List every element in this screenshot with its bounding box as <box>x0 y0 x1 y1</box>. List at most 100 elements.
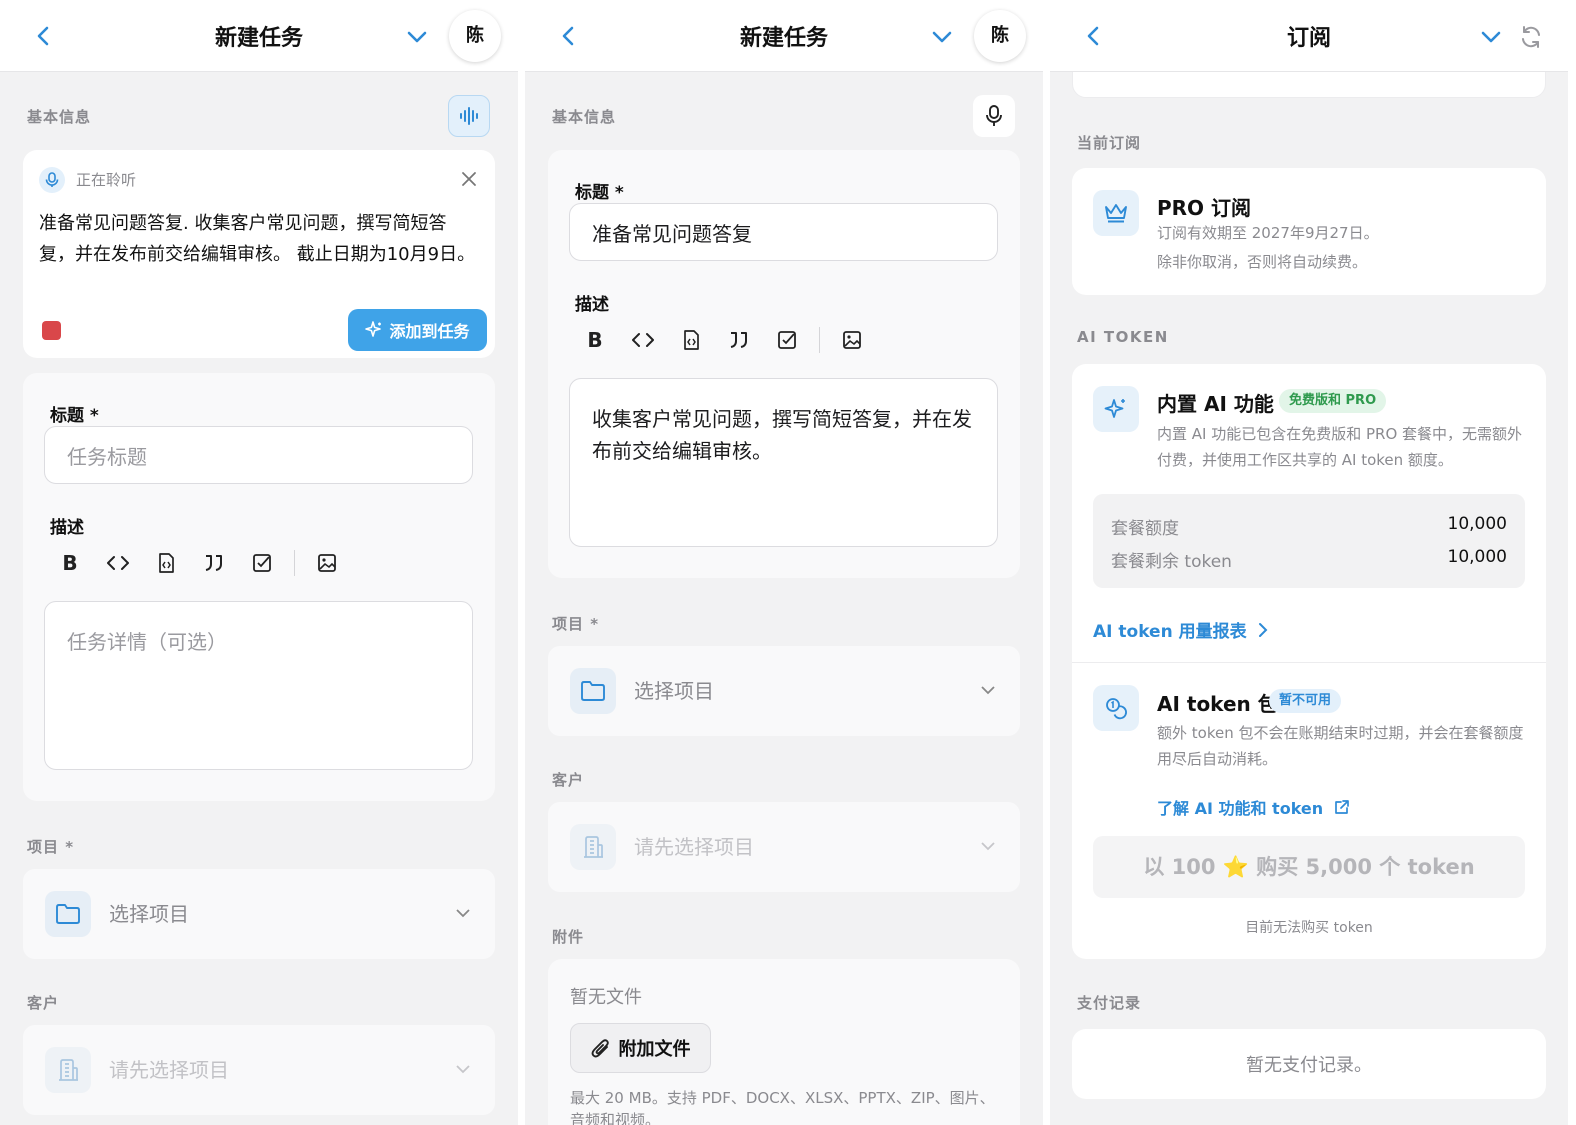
basic-info-label: 基本信息 <box>552 108 617 126</box>
code-inline-button[interactable] <box>94 545 142 581</box>
waveform-icon <box>460 107 478 125</box>
chevron-down-icon <box>456 909 470 918</box>
toolbar-divider <box>819 327 820 353</box>
top-bar: 新建任务 陈 <box>0 0 518 72</box>
microphone-icon <box>39 167 65 193</box>
refresh-icon[interactable] <box>1518 24 1544 50</box>
basic-info-label: 基本信息 <box>27 108 92 126</box>
ai-token-label: AI TOKEN <box>1077 328 1169 346</box>
page-title: 新建任务 <box>214 26 303 51</box>
top-bar: 新建任务 陈 <box>525 0 1043 72</box>
avatar[interactable]: 陈 <box>974 10 1026 62</box>
format-toolbar: B <box>46 545 351 581</box>
page-title: 新建任务 <box>739 26 828 51</box>
token-pack-desc: 额外 token 包不会在账期结束时过期，并会在套餐额度用尽后自动消耗。 <box>1157 724 1524 768</box>
no-payments-text: 暂无支付记录。 <box>1246 1055 1372 1076</box>
folder-icon <box>45 891 91 937</box>
client-select[interactable]: 请先选择项目 <box>23 1025 495 1115</box>
attach-file-label: 附加文件 <box>618 1039 691 1060</box>
sparkle-icon <box>365 321 382 337</box>
project-select[interactable]: 选择项目 <box>548 646 1020 736</box>
client-select[interactable]: 请先选择项目 <box>548 802 1020 892</box>
code-block-button[interactable] <box>142 545 190 581</box>
task-form-card: 标题 * 任务标题 描述 B 任务详情（可选） <box>23 373 495 801</box>
project-select[interactable]: 选择项目 <box>23 869 495 959</box>
description-input[interactable]: 收集客户常见问题，撰写简短答复，并在发布前交给编辑审核。 <box>569 378 998 547</box>
add-to-task-button[interactable]: 添加到任务 <box>348 309 487 351</box>
folder-icon <box>570 668 616 714</box>
top-bar: 订阅 <box>1050 0 1568 72</box>
builtin-ai-title: 内置 AI 功能 <box>1157 392 1274 416</box>
quota-box: 套餐额度 10,000 套餐剩余 token 10,000 <box>1093 494 1525 588</box>
learn-ai-link[interactable]: 了解 AI 功能和 token <box>1157 795 1350 819</box>
stop-recording-button[interactable] <box>42 321 61 340</box>
project-label: 项目 * <box>552 615 600 633</box>
chevron-down-icon[interactable] <box>1478 24 1504 50</box>
pro-title: PRO 订阅 <box>1157 196 1252 220</box>
quote-button[interactable] <box>715 322 763 358</box>
code-inline-button[interactable] <box>619 322 667 358</box>
close-icon[interactable] <box>461 171 477 187</box>
chevron-right-icon <box>1258 622 1268 637</box>
chevron-down-icon <box>456 1065 470 1074</box>
format-toolbar: B <box>571 322 876 358</box>
voice-input-button[interactable] <box>973 95 1015 137</box>
panel-gap <box>1043 0 1050 1125</box>
attachments-label: 附件 <box>552 928 585 946</box>
section-divider <box>1072 662 1546 663</box>
panel-new-task-listening: 新建任务 陈 基本信息 正在聆听 准备常见问题答复. 收集客户常见问题，撰写简短… <box>0 0 518 1125</box>
listening-status: 正在聆听 <box>76 171 137 189</box>
transcript-text: 准备常见问题答复. 收集客户常见问题，撰写简短答复，并在发布前交给编辑审核。 截… <box>39 213 476 265</box>
bold-button[interactable]: B <box>571 322 619 358</box>
add-to-task-label: 添加到任务 <box>389 322 470 341</box>
task-form-card: 标题 * 准备常见问题答复 描述 B 收集客户常见问题，撰写简短答复，并在发布前… <box>548 150 1020 578</box>
title-input[interactable]: 任务标题 <box>44 426 473 484</box>
chevron-down-icon[interactable] <box>404 24 430 50</box>
token-pack-title: AI token 包 <box>1157 692 1278 716</box>
description-label: 描述 <box>575 295 609 315</box>
usage-report-link[interactable]: AI token 用量报表 <box>1093 617 1269 642</box>
checklist-button[interactable] <box>763 322 811 358</box>
image-button[interactable] <box>303 545 351 581</box>
client-label: 客户 <box>27 994 60 1012</box>
chevron-down-icon[interactable] <box>929 24 955 50</box>
client-select-text: 请先选择项目 <box>109 1058 229 1082</box>
pro-renewal: 除非你取消，否则将自动续费。 <box>1157 253 1368 271</box>
project-select-text: 选择项目 <box>634 679 714 703</box>
quota-row: 套餐额度 10,000 <box>1111 514 1507 539</box>
payment-records-card: 暂无支付记录。 <box>1072 1029 1546 1099</box>
token-pack-badge: 暂不可用 <box>1269 689 1342 713</box>
remaining-label: 套餐剩余 token <box>1111 552 1232 572</box>
remaining-value: 10,000 <box>1447 547 1507 567</box>
title-label: 标题 * <box>575 183 624 203</box>
coins-icon <box>1093 685 1139 731</box>
chevron-down-icon <box>981 686 995 695</box>
crown-icon <box>1093 190 1139 236</box>
description-input[interactable]: 任务详情（可选） <box>44 601 473 770</box>
chevron-down-icon <box>981 842 995 851</box>
attach-file-button[interactable]: 附加文件 <box>570 1023 711 1073</box>
microphone-icon <box>986 105 1002 126</box>
avatar[interactable]: 陈 <box>449 10 501 62</box>
description-label: 描述 <box>50 518 84 538</box>
sparkle-icon <box>1093 386 1139 432</box>
pro-subscription-card: PRO 订阅 订阅有效期至 2027年9月27日。 除非你取消，否则将自动续费。 <box>1072 168 1546 295</box>
buy-tokens-button[interactable]: 以 100 ⭐ 购买 5,000 个 token <box>1093 836 1525 898</box>
building-icon <box>570 824 616 870</box>
buy-hint: 目前无法购买 token <box>1245 920 1373 936</box>
code-block-button[interactable] <box>667 322 715 358</box>
no-files-text: 暂无文件 <box>570 987 642 1008</box>
external-link-icon <box>1335 799 1350 814</box>
builtin-ai-desc: 内置 AI 功能已包含在免费版和 PRO 套餐中，无需额外付费，并使用工作区共享… <box>1157 425 1523 469</box>
voice-input-button[interactable] <box>448 95 490 137</box>
payment-records-label: 支付记录 <box>1077 994 1142 1012</box>
builtin-ai-badge: 免费版和 PRO <box>1279 389 1387 413</box>
title-label: 标题 * <box>50 406 99 426</box>
toolbar-divider <box>294 550 295 576</box>
quote-button[interactable] <box>190 545 238 581</box>
title-input[interactable]: 准备常见问题答复 <box>569 203 998 261</box>
bold-button[interactable]: B <box>46 545 94 581</box>
checklist-button[interactable] <box>238 545 286 581</box>
project-select-text: 选择项目 <box>109 902 189 926</box>
image-button[interactable] <box>828 322 876 358</box>
